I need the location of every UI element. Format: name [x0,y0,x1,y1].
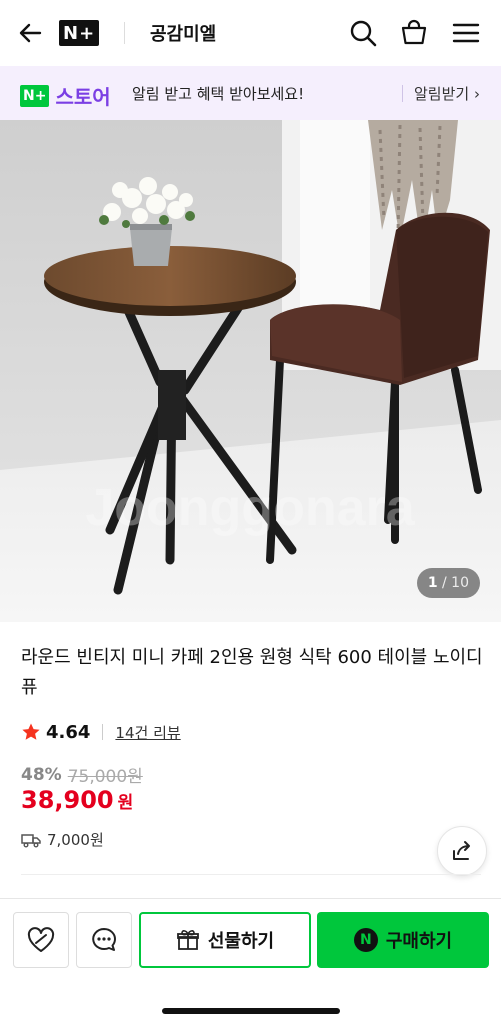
shipping-fee: 7,000원 [47,831,104,849]
notification-banner[interactable]: N+ 스토어 알림 받고 혜택 받아보세요! 알림받기 › [0,66,501,120]
star-icon [22,723,40,740]
share-button[interactable] [437,826,487,876]
gift-button[interactable]: 선물하기 [139,912,311,968]
naver-pay-mark: N [353,928,378,952]
back-arrow-icon [19,23,42,43]
reviews-link[interactable]: 14건 리뷰 [115,722,180,743]
truck-icon [21,833,41,847]
banner-text: 알림 받고 혜택 받아보세요! [132,85,305,103]
logo-text: N+ [63,22,96,44]
rating-value: 4.64 [46,721,91,743]
discount-row: 48% 75,000원 [21,762,143,788]
content-divider [21,874,481,875]
rating-divider [102,724,104,740]
currency-unit: 원 [117,793,134,813]
back-button[interactable] [16,18,46,48]
subscribe-alerts-link[interactable]: 알림받기 › [414,83,480,104]
gift-button-label: 선물하기 [207,931,275,952]
header-divider [124,22,125,44]
chat-icon [92,928,116,951]
buy-button-label: 구매하기 [385,931,453,952]
discount-rate: 48% [21,764,62,785]
image-counter-current: 1 [427,575,438,591]
wishlist-button[interactable] [13,912,69,968]
chat-button[interactable] [76,912,132,968]
cart-icon [401,19,427,45]
home-indicator[interactable] [162,1008,340,1014]
banner-divider [402,85,403,102]
share-icon [453,841,470,860]
menu-icon [452,23,480,43]
buy-button[interactable]: N 구매하기 [317,912,489,968]
naver-plus-store-logo: N+ 스토어 [20,81,111,110]
rating-row: 4.64 14건 리뷰 [21,719,181,745]
product-image-gallery[interactable]: Joonggonara 1 / 10 [0,120,501,622]
image-counter-total: / 10 [442,575,469,591]
product-photo: Joonggonara [0,120,501,622]
gift-icon [176,930,199,950]
watermark-text: Joonggonara [85,479,415,537]
sale-price-row: 38,900 원 [21,786,133,814]
n-plus-badge: N+ [20,84,50,107]
sale-price: 38,900 [21,786,114,814]
top-header: N+ 공감미엘 [0,0,501,66]
cart-button[interactable] [399,18,429,48]
shipping-fee-row: 7,000원 [21,829,104,850]
wishlist-heart-icon [27,927,55,952]
store-word: 스토어 [55,85,111,109]
purchase-action-bar: 선물하기 N 구매하기 [0,898,501,982]
store-name[interactable]: 공감미엘 [150,20,216,46]
search-button[interactable] [348,18,378,48]
product-title: 라운드 빈티지 미니 카페 2인용 원형 식탁 600 테이블 노이디퓨 [21,647,483,698]
image-counter: 1 / 10 [416,568,480,598]
menu-button[interactable] [451,18,481,48]
original-price: 75,000원 [67,767,143,787]
search-icon [350,20,377,47]
naver-plus-logo[interactable]: N+ [59,19,100,47]
